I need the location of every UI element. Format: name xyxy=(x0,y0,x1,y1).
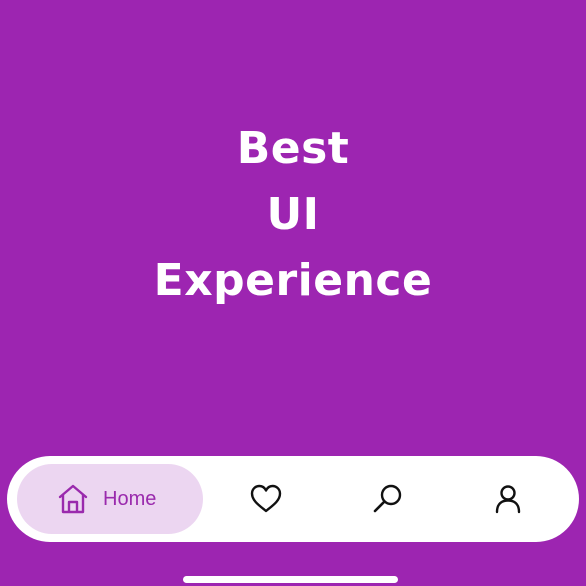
bottom-navigation-bar: Home xyxy=(7,456,579,542)
hero-title: Best UI Experience xyxy=(0,116,586,314)
nav-item-favorites[interactable] xyxy=(229,464,303,534)
profile-icon xyxy=(490,481,526,517)
heart-icon xyxy=(248,481,284,517)
nav-item-search[interactable] xyxy=(351,464,425,534)
hero-line-best: Best xyxy=(236,123,350,174)
nav-item-profile[interactable] xyxy=(471,464,545,534)
hero-line-ui: UI xyxy=(266,189,320,240)
hero-line-experience: Experience xyxy=(153,255,433,306)
home-icon xyxy=(55,481,91,517)
nav-label-home: Home xyxy=(103,487,157,510)
search-icon xyxy=(370,481,406,517)
home-indicator[interactable] xyxy=(183,576,398,583)
nav-item-home[interactable]: Home xyxy=(17,464,203,534)
